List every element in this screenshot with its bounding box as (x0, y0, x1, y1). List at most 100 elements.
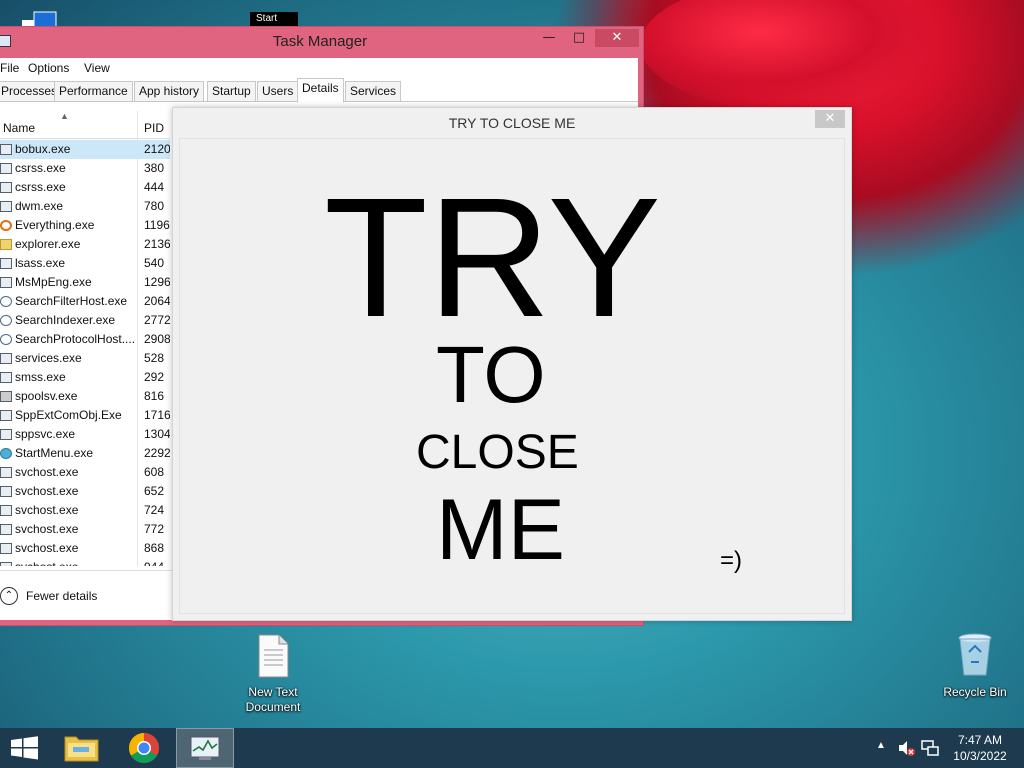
table-row[interactable]: MsMpEng.exe 1296 (0, 273, 170, 292)
search-icon (0, 296, 12, 307)
process-pid: 292 (144, 370, 165, 384)
tab-app-history[interactable]: App history (134, 81, 205, 102)
table-row[interactable]: dwm.exe 780 (0, 197, 170, 216)
process-name: explorer.exe (15, 237, 81, 251)
process-name: csrss.exe (15, 161, 66, 175)
text-smiley: =) (720, 547, 743, 574)
process-window-icon (0, 467, 12, 478)
text-try: TRY (324, 163, 661, 353)
process-name: sppsvc.exe (15, 427, 76, 441)
menu-view[interactable]: View (84, 61, 110, 75)
process-window-icon (0, 486, 12, 497)
text-file-icon (258, 634, 289, 678)
process-pid: 772 (144, 522, 165, 536)
table-row[interactable]: svchost.exe 608 (0, 463, 170, 482)
tab-details[interactable]: Details (297, 78, 344, 103)
process-name: svchost.exe (15, 484, 79, 498)
process-name: svchost.exe (15, 558, 135, 566)
process-pid: 1716 (144, 408, 170, 422)
task-manager-taskbar-button[interactable] (176, 728, 234, 768)
table-row[interactable]: SearchProtocolHost.... 2908 (0, 330, 170, 349)
column-header-name[interactable]: Name (3, 121, 35, 135)
table-row[interactable]: bobux.exe 2120 (0, 140, 170, 159)
process-name: spoolsv.exe (15, 389, 78, 403)
volume-muted-icon[interactable] (896, 738, 916, 758)
dialog-close-button[interactable]: ✕ (815, 110, 845, 128)
column-header-pid[interactable]: PID (144, 121, 164, 135)
tab-users[interactable]: Users (257, 81, 299, 102)
close-button[interactable]: ✕ (595, 29, 639, 47)
process-pid: 2136 (144, 237, 170, 251)
table-row[interactable]: StartMenu.exe 2292 (0, 444, 170, 463)
chevron-up-icon: ⌃ (0, 587, 18, 605)
process-name: Everything.exe (15, 218, 95, 232)
recycle-bin-label: Recycle Bin (943, 685, 1007, 699)
chrome-taskbar-button[interactable] (116, 728, 172, 768)
table-row[interactable]: SearchIndexer.exe 2772 (0, 311, 170, 330)
process-name: lsass.exe (15, 256, 66, 270)
orange-icon (0, 220, 12, 231)
process-pid: 2064 (144, 294, 170, 308)
process-window-icon (0, 429, 12, 440)
process-name: smss.exe (15, 370, 66, 384)
table-row[interactable]: smss.exe 292 (0, 368, 170, 387)
tab-performance[interactable]: Performance (54, 81, 133, 102)
process-name: StartMenu.exe (15, 446, 94, 460)
tab-services[interactable]: Services (345, 81, 402, 102)
tab-processes[interactable]: Processes (0, 81, 63, 102)
fewer-details-label: Fewer details (26, 589, 98, 603)
table-row[interactable]: services.exe 528 (0, 349, 170, 368)
process-name: dwm.exe (15, 199, 64, 213)
try-to-close-me-window[interactable]: TRY TO CLOSE ME ✕ TRY TO CLOSE ME =) (172, 107, 852, 621)
start-button[interactable] (0, 728, 56, 768)
table-row[interactable]: explorer.exe 2136 (0, 235, 170, 254)
process-pid: 444 (144, 180, 165, 194)
menu-file[interactable]: File (0, 61, 19, 75)
table-row[interactable]: Everything.exe 1196 (0, 216, 170, 235)
show-hidden-icons-button[interactable]: ▲ (876, 740, 886, 768)
process-window-icon (0, 277, 12, 288)
table-row[interactable]: spoolsv.exe 816 (0, 387, 170, 406)
table-row[interactable]: svchost.exe 772 (0, 520, 170, 539)
process-window-icon (0, 524, 12, 535)
table-row[interactable]: svchost.exe 724 (0, 501, 170, 520)
menu-bar: File Options View (0, 58, 638, 78)
process-window-icon (0, 562, 12, 566)
table-row[interactable]: csrss.exe 444 (0, 178, 170, 197)
process-window-icon (0, 353, 12, 364)
dialog-client: TRY TO CLOSE ME =) (179, 138, 845, 614)
table-row[interactable]: lsass.exe 540 (0, 254, 170, 273)
process-pid: 1304 (144, 427, 170, 441)
process-window-icon (0, 372, 12, 383)
recycle-bin-graphic-icon (958, 633, 992, 676)
tab-startup[interactable]: Startup (207, 81, 256, 102)
new-text-document-icon[interactable]: New Text Document (233, 634, 313, 715)
table-row[interactable]: SearchFilterHost.exe 2064 (0, 292, 170, 311)
menu-options[interactable]: Options (28, 61, 69, 75)
table-row[interactable]: svchost.exe 868 (0, 539, 170, 558)
system-clock[interactable]: 7:47 AM 10/3/2022 (948, 732, 1012, 768)
text-to: TO (436, 330, 546, 419)
maximize-button[interactable]: □ (567, 29, 591, 47)
search-icon (0, 315, 12, 326)
process-window-icon (0, 163, 12, 174)
file-explorer-taskbar-button[interactable] (54, 728, 110, 768)
process-window-icon (0, 201, 12, 212)
taskbar: ▲ 7:47 AM 10/3/2022 (0, 728, 1024, 768)
process-pid: 540 (144, 256, 165, 270)
network-icon[interactable] (920, 738, 940, 758)
new-text-document-label-1: New Text (248, 685, 298, 699)
table-row[interactable]: SppExtComObj.Exe 1716 (0, 406, 170, 425)
process-name: SearchFilterHost.exe (15, 294, 128, 308)
process-window-icon (0, 258, 12, 269)
process-pid: 1196 (144, 218, 170, 232)
table-row[interactable]: svchost.exe 944 (0, 558, 170, 566)
wallpaper-flower (640, 0, 940, 110)
task-manager-icon (190, 736, 220, 760)
minimize-button[interactable]: — (537, 29, 561, 47)
process-window-icon (0, 144, 12, 155)
recycle-bin-icon[interactable]: Recycle Bin (935, 632, 1015, 700)
table-row[interactable]: sppsvc.exe 1304 (0, 425, 170, 444)
table-row[interactable]: svchost.exe 652 (0, 482, 170, 501)
table-row[interactable]: csrss.exe 380 (0, 159, 170, 178)
